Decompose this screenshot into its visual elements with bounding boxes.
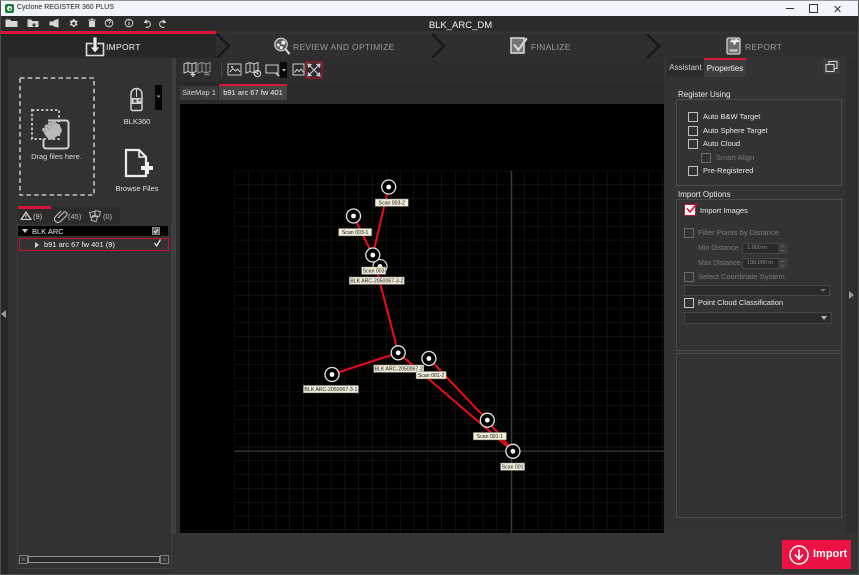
- svg-text:BLK ARC-2050067-3-1: BLK ARC-2050067-3-1: [304, 387, 357, 393]
- svg-text:Scan 003: Scan 003: [363, 269, 385, 275]
- svg-text:Scan 001-2: Scan 001-2: [418, 373, 445, 379]
- svg-text:BLK ARC-2050067-3-2: BLK ARC-2050067-3-2: [350, 279, 403, 285]
- svg-text:Scan 001-1: Scan 001-1: [477, 434, 504, 440]
- svg-text:Scan 001: Scan 001: [502, 465, 524, 471]
- svg-text:Scan 003-2: Scan 003-2: [379, 201, 406, 207]
- svg-text:BLK ARC-2050067-2: BLK ARC-2050067-2: [374, 367, 423, 373]
- svg-text:Scan 003-1: Scan 003-1: [342, 230, 369, 236]
